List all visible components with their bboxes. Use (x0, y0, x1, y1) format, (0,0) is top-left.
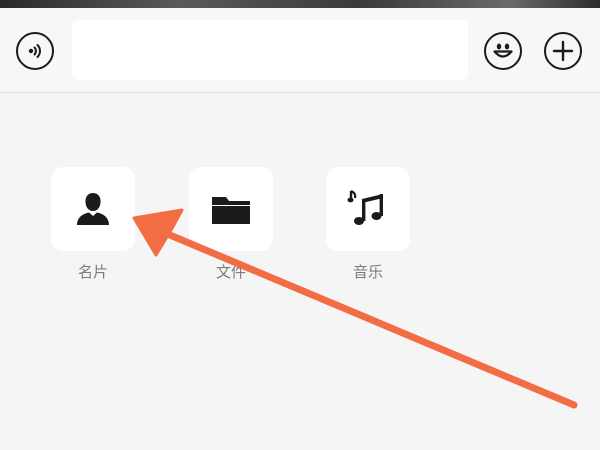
voice-icon (28, 44, 41, 58)
chat-input-bar (0, 8, 600, 93)
emoji-button[interactable] (484, 32, 522, 70)
more-button[interactable] (544, 32, 582, 70)
smiley-icon (493, 43, 513, 58)
tool-music[interactable]: 音乐 (326, 167, 410, 282)
background-image-strip (0, 0, 600, 8)
folder-icon (212, 197, 250, 224)
tool-tile[interactable] (189, 167, 273, 251)
voice-button[interactable] (16, 32, 54, 70)
message-input[interactable] (72, 20, 468, 80)
plus-icon (552, 40, 574, 62)
music-note-icon (347, 189, 383, 225)
tool-file[interactable]: 文件 (189, 167, 273, 282)
tool-label: 音乐 (352, 263, 383, 281)
tool-business-card[interactable]: 名片 (51, 167, 135, 282)
more-tools-panel: 名片 文件 音乐 (0, 93, 600, 450)
tool-label: 名片 (77, 263, 108, 281)
person-icon (77, 193, 109, 225)
tool-tile[interactable] (326, 167, 410, 251)
tool-tile[interactable] (51, 167, 135, 251)
tool-label: 文件 (215, 263, 246, 281)
